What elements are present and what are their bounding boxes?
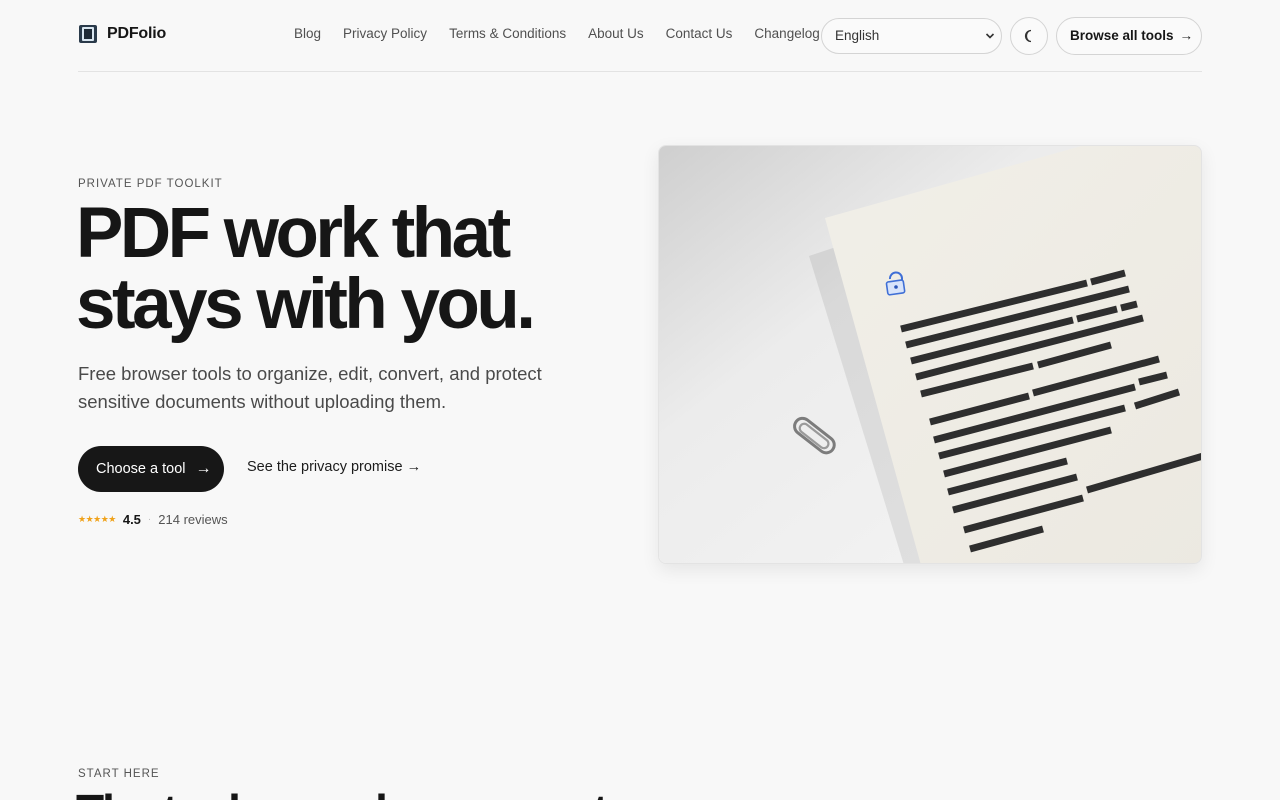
- redacted-document-illustration: [659, 146, 1201, 563]
- section-title: The tools people use most: [76, 786, 608, 800]
- site-header: PDFolio Blog Privacy Policy Terms & Cond…: [78, 0, 1202, 72]
- language-selected-value: English: [835, 28, 880, 43]
- hero-subtitle: Free browser tools to organize, edit, co…: [78, 363, 542, 412]
- privacy-promise-link[interactable]: See the privacy promise →: [247, 459, 421, 475]
- nav-link-changelog[interactable]: Changelog: [754, 26, 819, 41]
- choose-tool-label: Choose a tool: [96, 461, 186, 477]
- hero-title: PDF work that stays with you.: [76, 198, 636, 340]
- separator-dot: ·: [147, 514, 152, 525]
- nav-link-contact[interactable]: Contact Us: [666, 26, 733, 41]
- moon-icon: [1024, 29, 1032, 43]
- review-count: 214 reviews: [158, 512, 228, 527]
- nav-link-blog[interactable]: Blog: [294, 26, 321, 41]
- brand-logo-link[interactable]: PDFolio: [78, 24, 166, 44]
- chevron-down-icon: [985, 33, 995, 39]
- browse-all-tools-button[interactable]: Browse all tools →: [1056, 17, 1202, 55]
- theme-toggle-button[interactable]: [1010, 17, 1048, 55]
- document-logo-icon: [79, 25, 97, 43]
- star-rating-icon: ★★★★★: [78, 514, 116, 524]
- brand-name: PDFolio: [107, 25, 167, 42]
- choose-tool-button[interactable]: Choose a tool →: [78, 446, 224, 492]
- rating-summary: ★★★★★ 4.5 · 214 reviews: [78, 512, 228, 527]
- nav-link-privacy-policy[interactable]: Privacy Policy: [343, 26, 427, 41]
- section-eyebrow: START HERE: [78, 768, 160, 780]
- browse-label: Browse all tools: [1070, 28, 1174, 43]
- hero-eyebrow: PRIVATE PDF TOOLKIT: [78, 178, 223, 190]
- rating-score: 4.5: [122, 512, 141, 527]
- language-select[interactable]: English: [821, 18, 1002, 54]
- hero-document-image: [658, 145, 1202, 564]
- arrow-right-icon: →: [195, 460, 212, 477]
- nav-link-about[interactable]: About Us: [588, 26, 644, 41]
- arrow-right-icon: →: [1179, 28, 1194, 43]
- main-nav: Blog Privacy Policy Terms & Conditions A…: [294, 26, 842, 41]
- hero-title-line2: stays with you.: [76, 265, 536, 344]
- hero-title-line1: PDF work that: [76, 194, 511, 273]
- nav-link-terms[interactable]: Terms & Conditions: [449, 26, 566, 41]
